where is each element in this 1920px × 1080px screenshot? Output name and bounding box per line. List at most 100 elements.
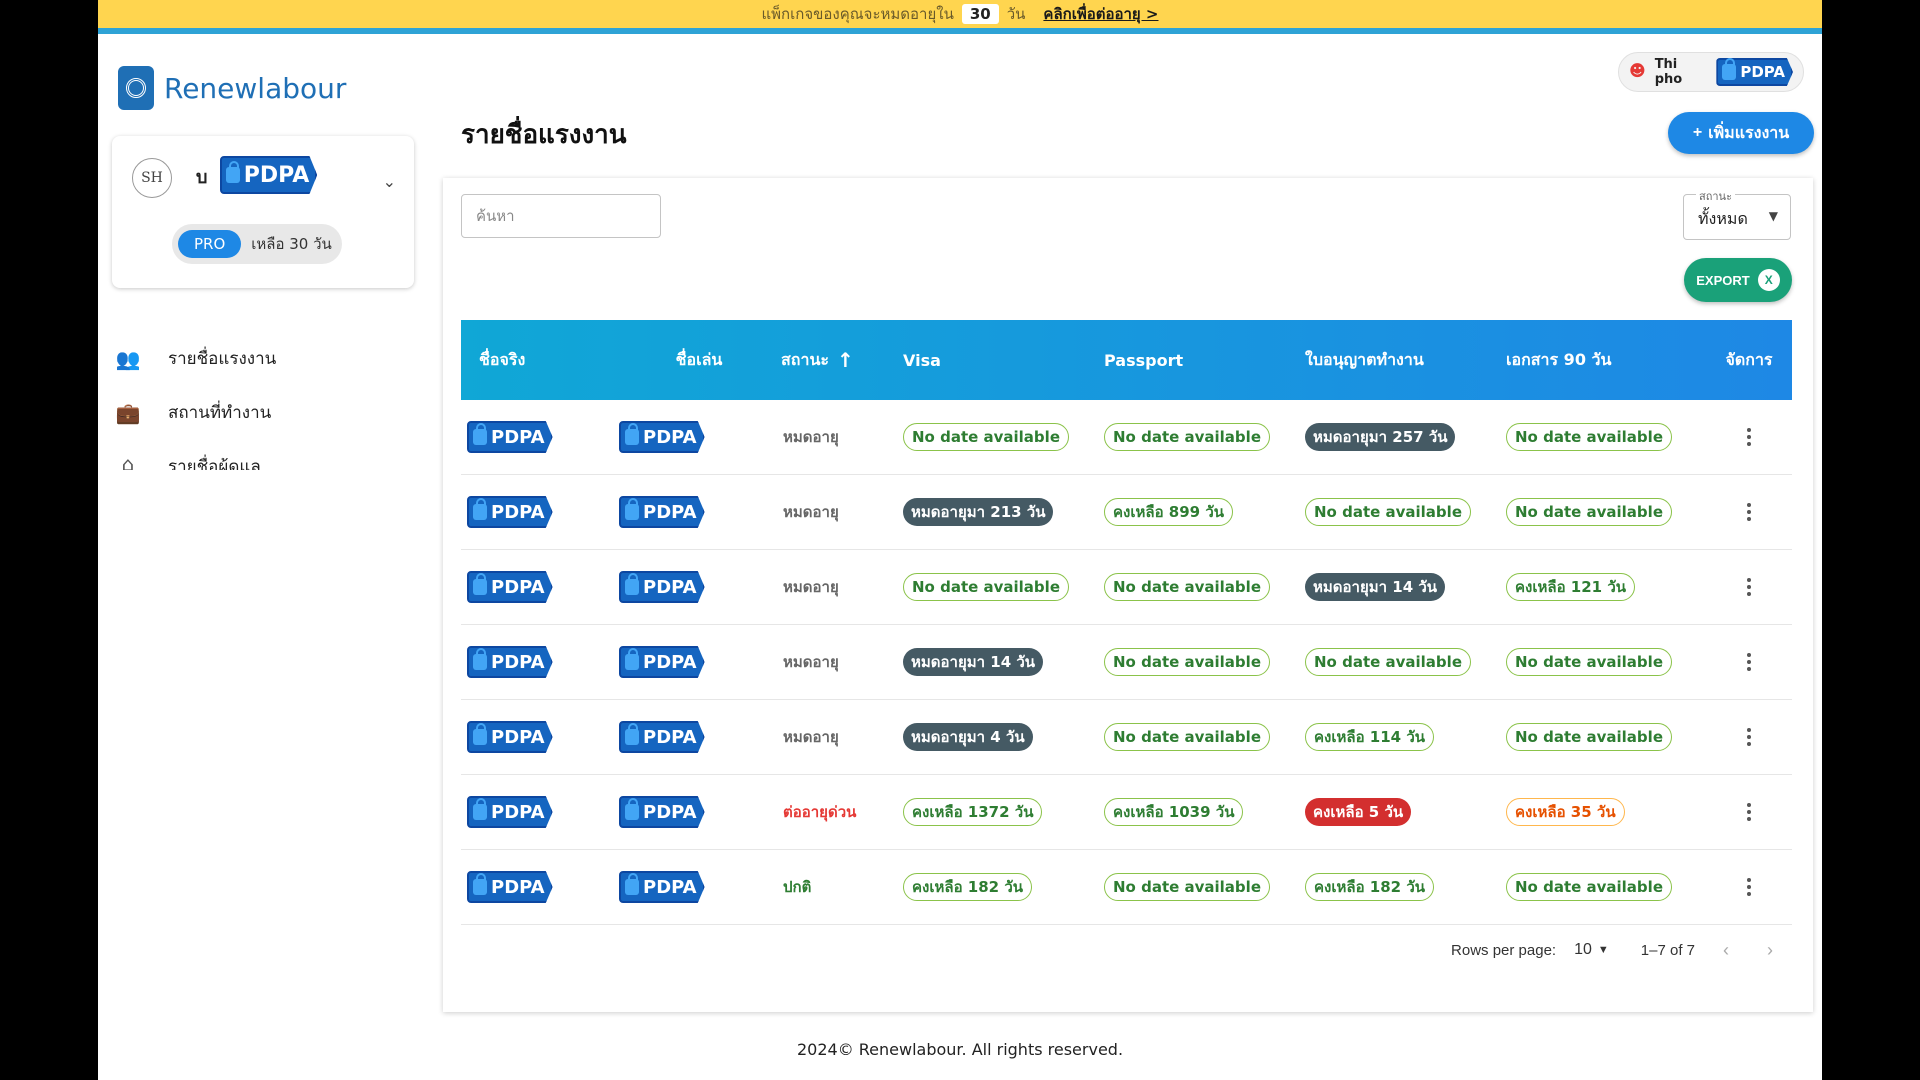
realname-pdpa-mask: PDPA <box>467 871 553 903</box>
lock-icon <box>625 873 639 895</box>
passport-cell: No date available <box>1104 573 1305 601</box>
pdpa-text: PDPA <box>491 501 545 523</box>
lock-icon <box>625 648 639 670</box>
logo[interactable]: Renewlabour <box>118 66 346 110</box>
pagination: Rows per page: 10 ▼ 1–7 of 7 ‹ › <box>443 930 1813 970</box>
status-cell: หมดอายุ <box>759 575 903 599</box>
lock-icon <box>625 573 639 595</box>
lock-icon <box>625 423 639 445</box>
sidebar-item-supervisors[interactable]: ⌂ รายชื่อผู้ดูแล <box>114 453 261 470</box>
more-vert-icon[interactable] <box>1737 500 1761 524</box>
more-vert-icon[interactable] <box>1737 725 1761 749</box>
actions-cell <box>1706 800 1792 824</box>
status-filter-label: สถานะ <box>1696 187 1735 205</box>
doc90-chip: No date available <box>1506 723 1672 751</box>
column-label: Passport <box>1104 350 1184 370</box>
table-row[interactable]: PDPA PDPA หมดอายุ No date available No date … <box>461 400 1792 475</box>
actions-cell <box>1706 725 1792 749</box>
more-vert-icon[interactable] <box>1737 875 1761 899</box>
table-row[interactable]: PDPA PDPA ปกติ คงเหลือ 182 วัน No date avail… <box>461 850 1792 925</box>
pdpa-text: PDPA <box>643 801 697 823</box>
visa-chip: หมดอายุมา 4 วัน <box>903 723 1033 751</box>
passport-chip: คงเหลือ 899 วัน <box>1104 498 1234 526</box>
table-row[interactable]: PDPA PDPA ต่ออายุด่วน คงเหลือ 1372 วัน คงเหล… <box>461 775 1792 850</box>
column-header-nickname[interactable]: ชื่อเล่น <box>639 348 759 373</box>
plan-pill: PRO เหลือ 30 วัน <box>172 224 342 264</box>
table-row[interactable]: PDPA PDPA หมดอายุ หมดอายุมา 14 วัน No date a… <box>461 625 1792 700</box>
work-permit-cell: คงเหลือ 5 วัน <box>1305 798 1506 826</box>
visa-cell: คงเหลือ 182 วัน <box>903 873 1104 901</box>
user-menu[interactable]: ☻ Thi pho PDPA <box>1618 52 1804 92</box>
sidebar-item-workplaces[interactable]: 💼 สถานที่ทำงาน <box>114 399 272 426</box>
search-input[interactable] <box>461 194 661 238</box>
add-worker-button[interactable]: + เพิ่มแรงงาน <box>1668 112 1814 154</box>
table-row[interactable]: PDPA PDPA หมดอายุ หมดอายุมา 4 วัน No date av… <box>461 700 1792 775</box>
doc90-cell: No date available <box>1506 648 1706 676</box>
doc90-chip: คงเหลือ 35 วัน <box>1506 798 1625 826</box>
work-permit-cell: คงเหลือ 182 วัน <box>1305 873 1506 901</box>
column-header-work-permit[interactable]: ใบอนุญาตทำงาน <box>1305 348 1506 373</box>
doc90-chip: No date available <box>1506 498 1672 526</box>
visa-chip: หมดอายุมา 213 วัน <box>903 498 1054 526</box>
next-page-button[interactable]: › <box>1757 940 1783 961</box>
company-switcher[interactable]: SH บ PDPA ⌄ PRO เหลือ 30 วัน <box>112 136 414 288</box>
status-filter-select[interactable]: สถานะ ทั้งหมด ▼ <box>1683 187 1791 240</box>
column-header-visa[interactable]: Visa <box>903 351 1104 370</box>
status-cell: หมดอายุ <box>759 650 903 674</box>
nickname-cell: PDPA <box>619 496 759 528</box>
briefcase-icon: 💼 <box>115 400 141 425</box>
sidebar: Renewlabour SH บ PDPA ⌄ PRO เหลือ 30 วัน… <box>98 40 434 470</box>
visa-cell: หมดอายุมา 4 วัน <box>903 723 1104 751</box>
column-header-status[interactable]: สถานะ ↑ <box>759 348 903 373</box>
banner-suffix: วัน <box>1006 5 1026 23</box>
column-label: Visa <box>903 350 941 370</box>
table-row[interactable]: PDPA PDPA หมดอายุ No date available No date … <box>461 550 1792 625</box>
visa-chip: No date available <box>903 573 1069 601</box>
prev-page-button[interactable]: ‹ <box>1713 940 1739 961</box>
realname-pdpa-mask: PDPA <box>467 571 553 603</box>
column-header-passport[interactable]: Passport <box>1104 351 1305 370</box>
status-text: ปกติ <box>783 878 812 896</box>
passport-cell: No date available <box>1104 873 1305 901</box>
banner-days: 30 <box>961 4 999 24</box>
nickname-pdpa-mask: PDPA <box>619 421 705 453</box>
export-button[interactable]: EXPORT X <box>1684 258 1792 302</box>
realname-pdpa-mask: PDPA <box>467 496 553 528</box>
realname-cell: PDPA <box>461 421 639 453</box>
banner-prefix: แพ็กเกจของคุณจะหมดอายุใน <box>761 5 954 23</box>
pdpa-text: PDPA <box>491 426 545 448</box>
work-permit-cell: หมดอายุมา 257 วัน <box>1305 423 1506 451</box>
table-row[interactable]: PDPA PDPA หมดอายุ หมดอายุมา 213 วัน คงเหลือ … <box>461 475 1792 550</box>
pdpa-text: PDPA <box>491 876 545 898</box>
renew-link[interactable]: คลิกเพื่อต่ออายุ > <box>1043 2 1158 26</box>
column-label: ชื่อจริง <box>479 349 526 369</box>
chevron-down-icon[interactable]: ⌄ <box>383 172 396 191</box>
sidebar-item-label: สถานที่ทำงาน <box>168 403 272 423</box>
more-vert-icon[interactable] <box>1737 425 1761 449</box>
home-icon: ⌂ <box>121 453 135 470</box>
column-header-realname[interactable]: ชื่อจริง <box>461 348 639 373</box>
workers-table: ชื่อจริง ชื่อเล่น สถานะ ↑ Visa Passport ใ… <box>461 320 1792 925</box>
more-vert-icon[interactable] <box>1737 575 1761 599</box>
column-label: เอกสาร 90 วัน <box>1506 349 1612 369</box>
footer: 2024© Renewlabour. All rights reserved. <box>796 1040 1124 1059</box>
sidebar-item-workers[interactable]: 👥 รายชื่อแรงงาน <box>114 345 277 372</box>
more-vert-icon[interactable] <box>1737 650 1761 674</box>
more-vert-icon[interactable] <box>1737 800 1761 824</box>
pdpa-text: PDPA <box>243 162 310 188</box>
pdpa-mask: PDPA <box>1716 58 1793 86</box>
column-header-90day-doc[interactable]: เอกสาร 90 วัน <box>1506 348 1706 373</box>
pdpa-text: PDPA <box>643 876 697 898</box>
rows-per-page-select[interactable]: 10 ▼ <box>1574 941 1609 959</box>
visa-chip: คงเหลือ 1372 วัน <box>903 798 1043 826</box>
nickname-pdpa-mask: PDPA <box>619 796 705 828</box>
plus-icon: + <box>1692 124 1703 141</box>
page-title: รายชื่อแรงงาน <box>461 120 627 150</box>
visa-cell: คงเหลือ 1372 วัน <box>903 798 1104 826</box>
passport-cell: คงเหลือ 1039 วัน <box>1104 798 1305 826</box>
pdpa-text: PDPA <box>491 801 545 823</box>
status-cell: หมดอายุ <box>759 725 903 749</box>
actions-cell <box>1706 500 1792 524</box>
status-cell: ต่ออายุด่วน <box>759 800 903 824</box>
work-permit-chip: หมดอายุมา 257 วัน <box>1305 423 1456 451</box>
